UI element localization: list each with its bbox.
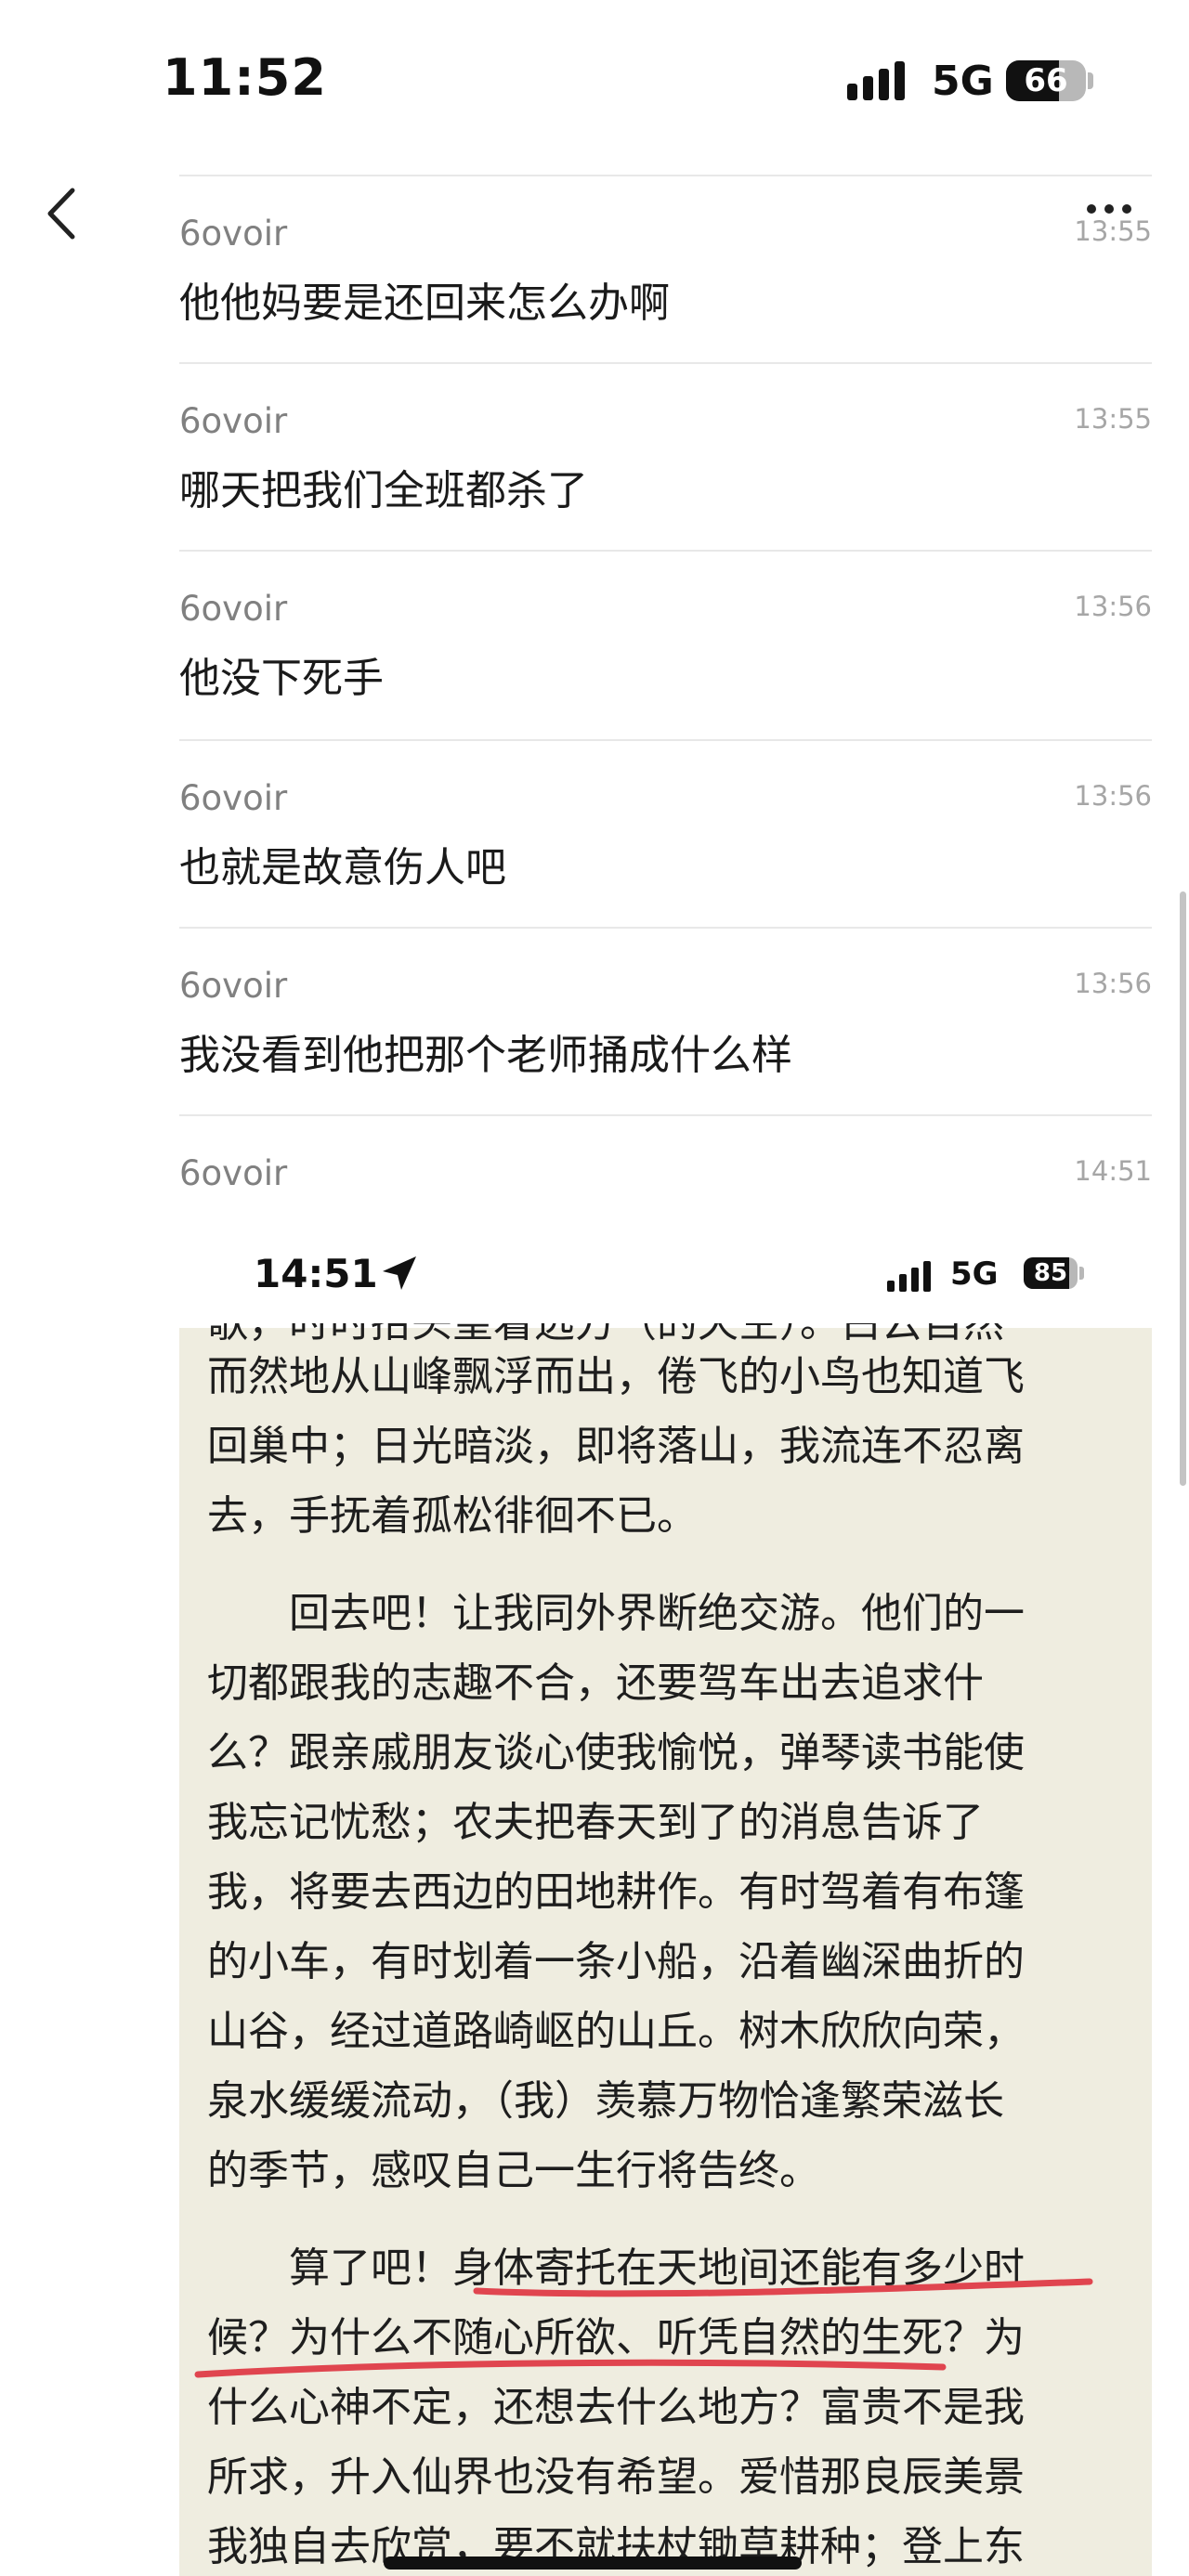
reading-line: 我，将要去西边的田地耕作。有时驾着有布篷	[207, 1868, 1025, 1916]
chevron-left-icon	[47, 188, 75, 240]
reading-line: 而然地从山峰飘浮而出，倦飞的小鸟也知道飞	[207, 1353, 1025, 1400]
message-sender: 6ovoir	[179, 401, 288, 441]
embedded-battery-tip	[1079, 1267, 1084, 1280]
chat-message[interactable]: 6ovoir 14:51	[179, 1114, 1152, 1214]
message-time: 13:56	[1074, 780, 1152, 812]
message-time: 13:55	[1074, 403, 1152, 435]
message-time: 13:56	[1074, 591, 1152, 622]
message-text: 也就是故意伤人吧	[179, 844, 506, 891]
back-button[interactable]	[37, 181, 93, 246]
battery-icon: 66	[1006, 60, 1086, 101]
reading-line: 什么心神不定，还想去什么地方？富贵不是我	[207, 2384, 1025, 2431]
reading-line: 去，手抚着孤松徘徊不已。	[207, 1492, 698, 1540]
scrollbar[interactable]	[1180, 891, 1186, 1486]
reading-line: 么？跟亲戚朋友谈心使我愉悦，弹琴读书能使	[207, 1729, 1025, 1776]
message-sender: 6ovoir	[179, 214, 288, 254]
chat-message[interactable]: 6ovoir 13:56 我没看到他把那个老师捅成什么样	[179, 927, 1152, 1116]
reading-cut-line: 歌，时时抬头望着远方（的天空）。白云自然	[207, 1323, 1117, 1342]
embedded-battery-level: 85	[1033, 1259, 1068, 1287]
embedded-status-bar: 14:51 5G 85	[179, 1212, 1152, 1328]
home-indicator	[384, 2556, 802, 2569]
reading-line: 所求，升入仙界也没有希望。爱惜那良辰美景	[207, 2453, 1025, 2501]
status-time: 11:52	[163, 48, 327, 107]
reading-line: 的季节，感叹自己一生行将告终。	[207, 2147, 820, 2194]
message-time: 13:56	[1074, 968, 1152, 999]
embedded-cellular-signal-icon	[887, 1258, 931, 1292]
message-sender: 6ovoir	[179, 778, 288, 818]
chat-message[interactable]: 6ovoir 13:56 也就是故意伤人吧	[179, 739, 1152, 929]
battery-level: 66	[1024, 62, 1068, 99]
message-text: 哪天把我们全班都杀了	[179, 467, 588, 514]
reading-line: 算了吧！身体寄托在天地间还能有多少时	[207, 2244, 1025, 2292]
cellular-signal-icon	[847, 58, 905, 100]
embedded-screenshot-image[interactable]: 14:51 5G 85 歌，时时抬头望着远方（的天空）。白云自然 而然地从山峰飘…	[179, 1212, 1152, 2576]
chat-message[interactable]: 6ovoir 13:55 他他妈要是还回来怎么办啊	[179, 175, 1152, 364]
message-sender: 6ovoir	[179, 589, 288, 629]
battery-tip	[1088, 72, 1093, 89]
reading-line: 的小车，有时划着一条小船，沿着幽深曲折的	[207, 1938, 1025, 1985]
chat-message[interactable]: 6ovoir 13:56 他没下死手	[179, 550, 1152, 739]
embedded-status-time: 14:51	[254, 1251, 378, 1296]
message-sender: 6ovoir	[179, 966, 288, 1006]
status-bar: 11:52 5G 66	[0, 0, 1189, 163]
reading-line: 泉水缓缓流动，（我）羡慕万物恰逢繁荣滋长	[207, 2077, 1004, 2125]
reading-text: 歌，时时抬头望着远方（的天空）。白云自然 而然地从山峰飘浮而出，倦飞的小鸟也知道…	[207, 1323, 1117, 2576]
message-time: 13:55	[1074, 215, 1152, 247]
reading-line: 候？为什么不随心所欲、听凭自然的生死？为	[207, 2314, 1025, 2361]
message-text: 他他妈要是还回来怎么办啊	[179, 280, 670, 327]
message-text: 我没看到他把那个老师捅成什么样	[179, 1032, 792, 1079]
reading-line: 切都跟我的志趣不合，还要驾车出去追求什	[207, 1659, 984, 1707]
reading-line: 回去吧！让我同外界断绝交游。他们的一	[207, 1590, 1025, 1637]
reading-line: 山谷，经过道路崎岖的山丘。树木欣欣向荣，	[207, 2008, 1025, 2055]
embedded-battery-icon: 85	[1024, 1257, 1078, 1289]
embedded-network-type: 5G	[950, 1255, 999, 1293]
reading-line: 我忘记忧愁；农夫把春天到了的消息告诉了	[207, 1799, 984, 1846]
chat-message[interactable]: 6ovoir 13:55 哪天把我们全班都杀了	[179, 362, 1152, 552]
location-arrow-icon	[383, 1256, 416, 1290]
message-text: 他没下死手	[179, 655, 384, 702]
message-time: 14:51	[1074, 1155, 1152, 1187]
reading-line: 回巢中；日光暗淡，即将落山，我流连不忍离	[207, 1423, 1025, 1470]
message-sender: 6ovoir	[179, 1153, 288, 1193]
network-type: 5G	[932, 58, 994, 105]
